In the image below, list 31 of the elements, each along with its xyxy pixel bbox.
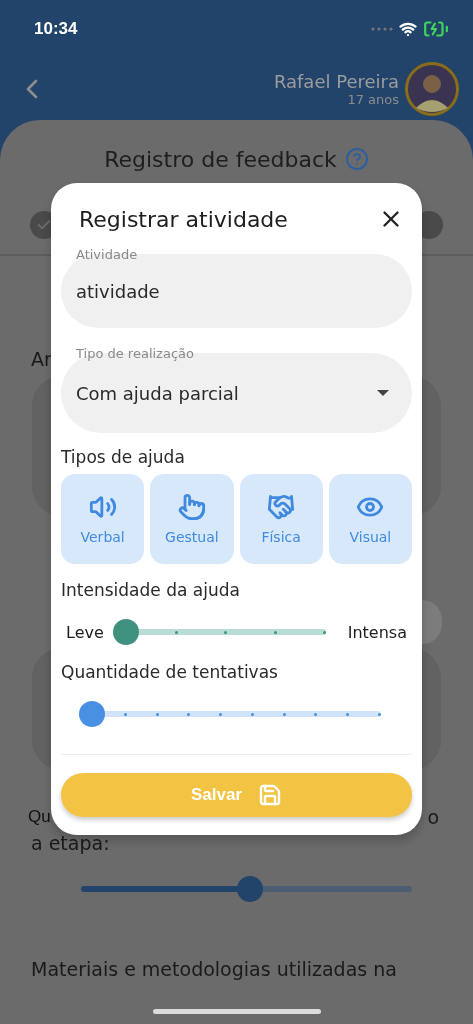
section-label: Quantidade de tentativas [61, 662, 278, 682]
help-type-button[interactable]: Verbal [61, 474, 145, 564]
section-label: Intensidade da ajuda [61, 580, 240, 600]
question-text: a etapa: [31, 832, 110, 854]
slider-min-label: Leve [65, 622, 105, 642]
slider-thumb[interactable] [79, 701, 105, 727]
user-name: Rafael Pereira [273, 71, 399, 92]
slider-thumb[interactable] [112, 619, 139, 645]
section-label: Materiais e metodologias utilizadas na [31, 958, 397, 980]
slider-max-label: Intensa [346, 622, 408, 642]
help-type-button[interactable]: Gestual [150, 474, 234, 564]
speaker-icon [88, 493, 117, 521]
wifi-icon [399, 20, 417, 38]
help-type-button[interactable]: Física [239, 474, 323, 564]
help-type-button[interactable]: Visual [328, 474, 412, 564]
avatar-icon [405, 62, 459, 116]
pointing-hand-icon [177, 493, 206, 521]
handshake-icon [267, 493, 296, 521]
status-time: 10:34 [34, 19, 78, 39]
question-text: Qu [28, 807, 51, 827]
page-title: Registro de feedback [104, 146, 337, 172]
dialog-title: Registrar atividade [79, 206, 288, 232]
user-age: 17 anos [347, 92, 399, 107]
signal-icon [371, 27, 393, 31]
save-icon [258, 783, 282, 807]
save-button[interactable]: Salvar [61, 773, 412, 817]
section-label: Tipos de ajuda [61, 447, 185, 467]
section-label: Ar [31, 348, 52, 370]
slider-thumb[interactable] [236, 876, 263, 902]
dropdown-caret-icon [376, 389, 390, 397]
question-text-end: o [427, 806, 439, 828]
